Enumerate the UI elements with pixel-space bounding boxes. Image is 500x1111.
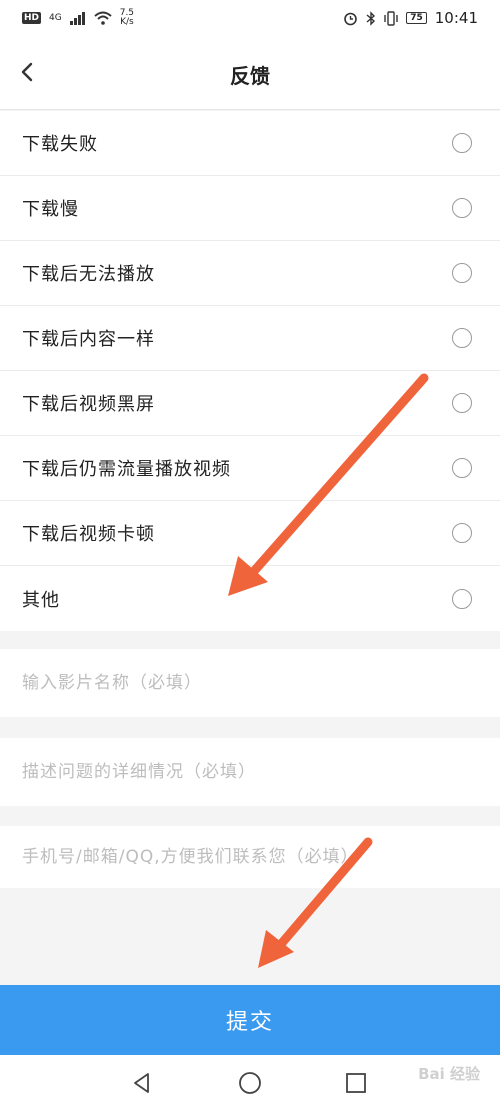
nav-back-icon[interactable] (128, 1069, 156, 1097)
radio-button[interactable] (452, 198, 472, 218)
header-bar: 反馈 (0, 36, 500, 110)
wifi-icon (94, 11, 112, 25)
option-row[interactable]: 下载后视频卡顿 (0, 501, 500, 566)
radio-button[interactable] (452, 588, 472, 609)
bluetooth-icon (366, 10, 376, 26)
option-label: 下载后仍需流量播放视频 (22, 459, 231, 480)
nav-home-icon[interactable] (236, 1069, 264, 1097)
watermark: Bai 经验 (418, 1065, 480, 1083)
option-label: 下载后视频黑屏 (22, 394, 155, 415)
submit-button[interactable]: 提交 (0, 985, 500, 1055)
movie-name-field (0, 649, 500, 717)
status-bar: HD 4G 7.5 K/s 75 10:41 (0, 0, 500, 36)
network-type: 4G (49, 13, 62, 23)
signal-icon (69, 11, 85, 25)
option-row[interactable]: 其他 (0, 566, 500, 631)
nav-recents-icon[interactable] (342, 1069, 370, 1097)
page-title: 反馈 (230, 64, 270, 88)
option-row[interactable]: 下载后视频黑屏 (0, 371, 500, 436)
contact-input[interactable] (22, 847, 478, 867)
option-label: 下载后无法播放 (22, 264, 155, 285)
hd-badge: HD (22, 12, 42, 24)
description-input[interactable] (22, 762, 478, 782)
radio-button[interactable] (452, 523, 472, 543)
option-row[interactable]: 下载后无法播放 (0, 241, 500, 306)
clock: 10:41 (434, 9, 478, 27)
radio-button[interactable] (452, 133, 472, 153)
option-row[interactable]: 下载慢 (0, 176, 500, 241)
battery-indicator: 75 (406, 12, 427, 24)
option-label: 下载后内容一样 (22, 329, 155, 350)
speed-unit: K/s (120, 17, 134, 27)
radio-button[interactable] (452, 458, 472, 478)
option-label: 其他 (22, 589, 60, 611)
vibrate-icon (384, 10, 398, 26)
radio-button[interactable] (452, 393, 472, 413)
option-row[interactable]: 下载后内容一样 (0, 306, 500, 371)
status-left: HD 4G 7.5 K/s (22, 9, 134, 27)
status-right: 75 10:41 (343, 9, 478, 27)
contact-field (0, 826, 500, 888)
alarm-icon (344, 12, 358, 25)
movie-name-input[interactable] (22, 673, 478, 693)
option-row[interactable]: 下载失败 (0, 111, 500, 176)
radio-button[interactable] (452, 328, 472, 348)
feedback-options: 下载失败 下载慢 下载后无法播放 下载后内容一样 下载后视频黑屏 下载后仍需流量… (0, 111, 500, 631)
option-label: 下载失败 (22, 134, 98, 155)
radio-button[interactable] (452, 263, 472, 283)
option-label: 下载后视频卡顿 (22, 524, 155, 545)
option-row[interactable]: 下载后仍需流量播放视频 (0, 436, 500, 501)
network-speed: 7.5 K/s (120, 9, 134, 27)
description-field (0, 738, 500, 806)
option-label: 下载慢 (22, 199, 79, 220)
